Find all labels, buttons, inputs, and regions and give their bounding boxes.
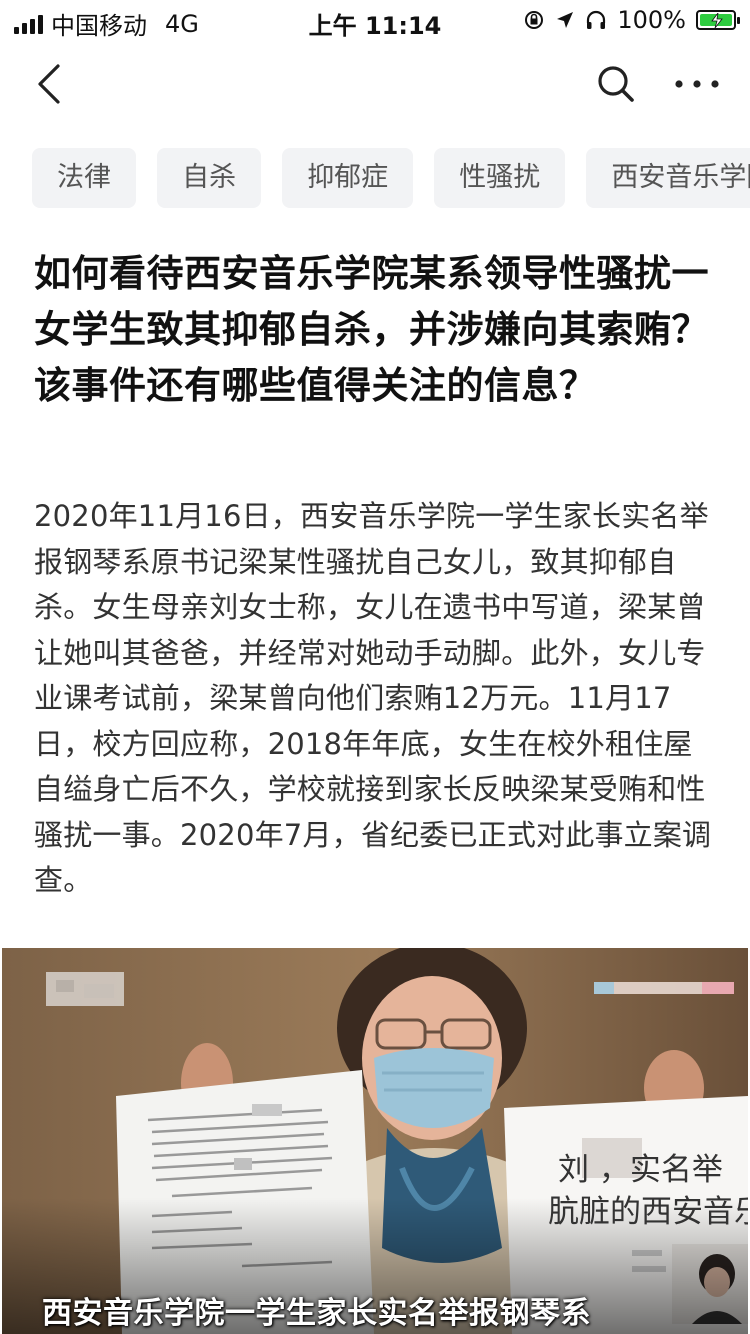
sign-line-1: 刘 ，实名举 (558, 1152, 723, 1188)
question-body: 2020年11月16日，西安音乐学院一学生家长实名举报钢琴系原书记梁某性骚扰自己… (34, 499, 712, 897)
search-button[interactable] (594, 62, 638, 106)
topic-tags: 法律 自杀 抑郁症 性骚扰 西安音乐学院 (32, 148, 750, 208)
back-button[interactable] (30, 62, 74, 106)
tag-suicide[interactable]: 自杀 (157, 148, 262, 208)
news-photo[interactable]: 刘 ，实名举 肮脏的西安音乐 西安音乐学院一学生家长实名举报钢琴系 (2, 948, 748, 1334)
search-icon (598, 66, 634, 102)
more-button[interactable] (672, 62, 722, 106)
status-bar: 中国移动 4G 上午 11:14 100% (0, 0, 750, 42)
headphones-icon (587, 10, 606, 29)
tag-depression[interactable]: 抑郁症 (282, 148, 414, 208)
lock-rotation-icon (525, 11, 544, 29)
battery-icon (696, 10, 740, 30)
question-title[interactable]: 如何看待西安音乐学院某系领导性骚扰一女学生致其抑郁自杀，并涉嫌向其索贿？该事件还… (34, 246, 716, 414)
tag-law[interactable]: 法律 (32, 148, 136, 208)
chevron-left-icon (38, 64, 60, 104)
tag-harassment[interactable]: 性骚扰 (434, 148, 566, 208)
nav-bar (0, 50, 750, 120)
photo-caption: 西安音乐学院一学生家长实名举报钢琴系 (42, 1296, 591, 1331)
more-horizontal-icon (675, 80, 719, 88)
battery-percent: 100% (617, 6, 686, 34)
sign-line-2: 肮脏的西安音乐 (548, 1194, 748, 1230)
photo-scene (2, 948, 748, 1334)
location-icon (557, 12, 574, 28)
tag-xian-conservatory[interactable]: 西安音乐学院 (586, 148, 750, 208)
status-right: 100% (523, 6, 740, 34)
